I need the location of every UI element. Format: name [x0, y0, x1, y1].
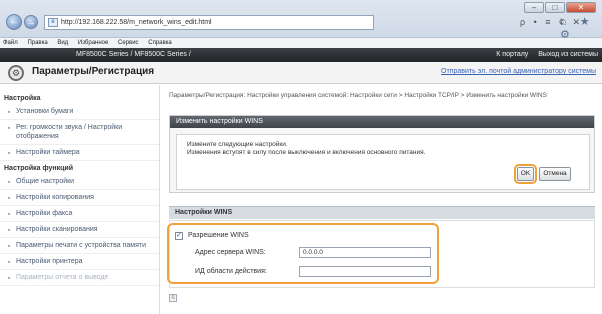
sidebar-item-scan[interactable]: Настройки сканирования [0, 222, 159, 238]
minimize-button[interactable]: – [524, 2, 544, 13]
menu-help[interactable]: Справка [148, 40, 172, 46]
sidebar-item-memory-print[interactable]: Параметры печати с устройства памяти [0, 238, 159, 254]
forward-arrow-icon[interactable]: → [24, 15, 38, 29]
menu-bar: Файл Правка Вид Избранное Сервис Справка [0, 38, 602, 48]
sidebar-item-copy[interactable]: Настройки копирования [0, 190, 159, 206]
page-title: Параметры/Регистрация [32, 66, 155, 77]
note-line-1: Измените следующие настройки. [187, 141, 288, 148]
device-links: К порталу Выход из системы [488, 48, 598, 62]
cancel-button[interactable]: Отмена [539, 167, 571, 181]
gear-icon: ⚙ [8, 65, 24, 81]
sidebar-section-settings: Настройка [4, 95, 41, 102]
panel-title: Изменить настройки WINS [170, 116, 594, 128]
sidebar-section-functions: Настройка функций [4, 165, 74, 172]
main-content: Параметры/Регистрация: Настройки управле… [163, 86, 602, 314]
address-bar[interactable]: e http://192.168.222.58/m_network_wins_e… [44, 15, 374, 30]
device-bar: MF8500C Series / MF8500C Series / К порт… [0, 48, 602, 62]
menu-tools[interactable]: Сервис [118, 40, 139, 46]
menu-edit[interactable]: Правка [27, 40, 47, 46]
sidebar: Настройка Установки бумаги Рег. громкост… [0, 85, 160, 314]
wins-section-title: Настройки WINS [169, 206, 595, 219]
sidebar-item-general[interactable]: Общие настройки [0, 174, 159, 190]
ok-button[interactable]: OK [517, 167, 534, 181]
maximize-button[interactable]: □ [545, 2, 565, 13]
wins-server-label: Адрес сервера WINS: [195, 249, 266, 256]
menu-view[interactable]: Вид [57, 40, 68, 46]
mail-admin-link[interactable]: Отправить эл. почтой администратору сист… [441, 68, 596, 75]
portal-link[interactable]: К порталу [496, 51, 528, 58]
window-controls: – □ ✕ [524, 2, 596, 13]
wins-server-input[interactable]: 0.0.0.0 [299, 247, 431, 258]
page-icon: e [48, 18, 58, 27]
device-model: MF8500C Series / MF8500C Series / [76, 51, 191, 58]
menu-favorites[interactable]: Избранное [78, 40, 108, 46]
page-header: ⚙ Параметры/Регистрация Отправить эл. по… [0, 62, 602, 84]
wins-resolution-checkbox[interactable]: ✓ [175, 232, 183, 240]
sidebar-item-volume-display[interactable]: Рег. громкости звука / Настройки отображ… [0, 120, 159, 145]
logout-link[interactable]: Выход из системы [538, 51, 598, 58]
back-arrow-icon[interactable]: ← [6, 14, 22, 30]
menu-file[interactable]: Файл [3, 40, 18, 46]
page-top-icon[interactable]: ≡ [169, 294, 177, 302]
sidebar-item-printer[interactable]: Настройки принтера [0, 254, 159, 270]
breadcrumb: Параметры/Регистрация: Настройки управле… [169, 92, 547, 99]
sidebar-item-timer[interactable]: Настройки таймера [0, 145, 159, 161]
note-line-2: Изменения вступят в силу после выключени… [187, 149, 426, 156]
sidebar-item-fax[interactable]: Настройки факса [0, 206, 159, 222]
sidebar-item-output-report[interactable]: Параметры отчета о выводе [0, 270, 159, 286]
wins-resolution-label: Разрешение WINS [188, 232, 249, 239]
scope-id-input[interactable] [299, 266, 431, 277]
close-button[interactable]: ✕ [566, 2, 596, 13]
scope-id-label: ИД области действия: [195, 268, 267, 275]
address-text: http://192.168.222.58/m_network_wins_edi… [61, 19, 212, 26]
sidebar-item-paper[interactable]: Установки бумаги [0, 104, 159, 120]
browser-chrome: – □ ✕ ← → e http://192.168.222.58/m_netw… [0, 0, 602, 41]
